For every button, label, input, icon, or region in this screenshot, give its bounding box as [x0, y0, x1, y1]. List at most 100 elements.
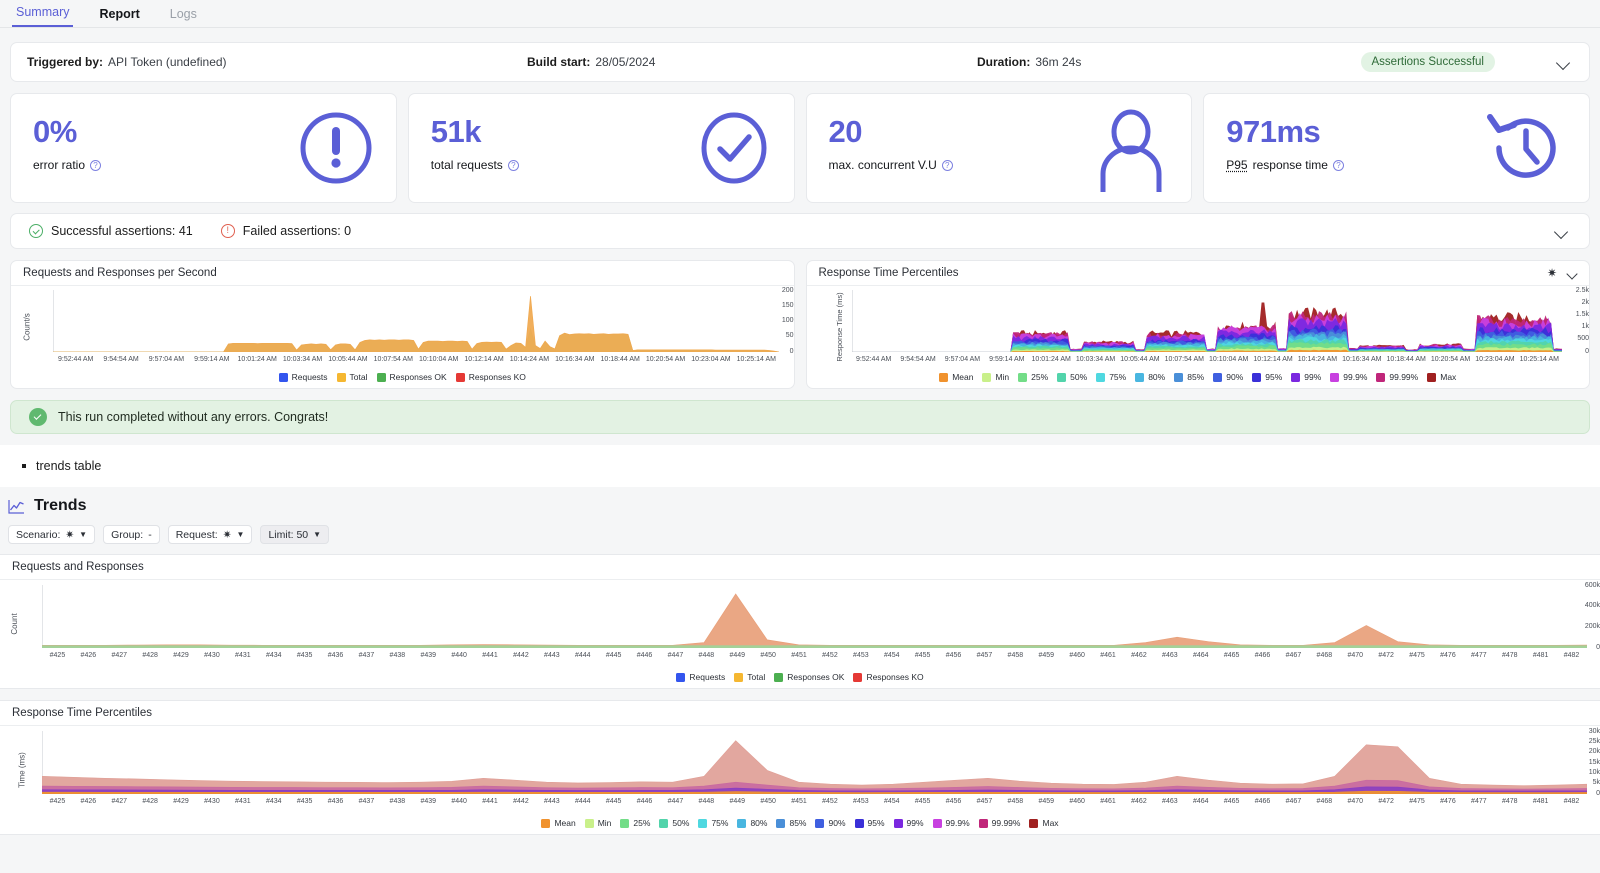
- legend-label: Responses OK: [389, 372, 447, 382]
- x-tick: 10:14:24 AM: [509, 356, 550, 363]
- kpi-p95-response-time: 971ms P95 response time ?: [1203, 93, 1590, 203]
- legend-item-99-9[interactable]: 99.9%: [1330, 372, 1367, 382]
- legend-item-99-9[interactable]: 99.9%: [932, 818, 970, 828]
- legend-item-80[interactable]: 80%: [1135, 372, 1165, 382]
- x-tick: #431: [235, 652, 251, 659]
- x-tick: #437: [358, 798, 375, 805]
- chevron-down-icon[interactable]: [1553, 222, 1571, 240]
- exclamation-circle-icon: [298, 110, 374, 189]
- x-tick: 10:03:34 AM: [282, 356, 323, 363]
- legend-item-max[interactable]: Max: [1427, 372, 1456, 382]
- legend-item-95[interactable]: 95%: [854, 818, 885, 828]
- x-tick: #454: [883, 652, 900, 659]
- legend-swatch: [1096, 372, 1106, 382]
- legend-item-responses-ko[interactable]: Responses KO: [853, 672, 924, 682]
- x-tick: 10:16:34 AM: [555, 356, 595, 363]
- tab-report[interactable]: Report: [95, 7, 143, 27]
- x-tick: #444: [574, 652, 591, 659]
- x-tick: 10:25:14 AM: [1519, 356, 1559, 363]
- x-tick: #429: [173, 652, 189, 659]
- legend-label: 99.99%: [1389, 372, 1419, 382]
- x-tick: #452: [822, 798, 838, 805]
- x-tick: #462: [1131, 798, 1147, 805]
- tab-logs[interactable]: Logs: [166, 7, 201, 27]
- legend-label: Responses KO: [866, 672, 924, 682]
- legend-item-99-99[interactable]: 99.99%: [978, 818, 1021, 828]
- x-tick: #440: [451, 652, 467, 659]
- successful-assertions: Successful assertions: 41: [29, 224, 193, 238]
- x-tick: #441: [482, 798, 498, 805]
- legend-item-mean[interactable]: Mean: [939, 372, 973, 382]
- x-tick: #472: [1378, 798, 1394, 805]
- legend-item-total[interactable]: Total: [734, 672, 765, 682]
- legend-item-50[interactable]: 50%: [1057, 372, 1087, 382]
- filter-label: Limit: 50: [268, 528, 309, 541]
- legend-item-75[interactable]: 75%: [1096, 372, 1126, 382]
- help-icon[interactable]: ?: [90, 159, 102, 171]
- legend-item-25[interactable]: 25%: [1018, 372, 1048, 382]
- x-tick: #437: [358, 652, 375, 659]
- x-tick: #464: [1192, 798, 1209, 805]
- legend-item-min[interactable]: Min: [584, 818, 611, 828]
- legend-swatch: [734, 672, 744, 682]
- success-banner-text: This run completed without any errors. C…: [58, 410, 329, 424]
- legend-item-mean[interactable]: Mean: [541, 818, 576, 828]
- legend-label: 25%: [1031, 372, 1049, 382]
- legend-label: 85%: [1187, 372, 1205, 382]
- panel-response-time-percentiles: Response Time Percentiles ✷ Response Tim…: [805, 260, 1590, 389]
- legend-item-99[interactable]: 99%: [1291, 372, 1321, 382]
- panel-trends-requests-responses: Requests and Responses Count 600k 400k 200…: [0, 554, 1600, 689]
- tab-bar: Summary Report Logs: [0, 0, 1600, 28]
- legend-label: 99%: [906, 818, 924, 828]
- legend-item-99-99[interactable]: 99.99%: [1376, 372, 1418, 382]
- trends-filter-1[interactable]: Group: -: [103, 525, 160, 544]
- summary-charts-row: Requests and Responses per Second Count/…: [10, 260, 1590, 389]
- legend-item-90[interactable]: 90%: [1213, 372, 1243, 382]
- legend-item-80[interactable]: 80%: [737, 818, 767, 828]
- duration-label: Duration:: [977, 55, 1031, 69]
- panel-title: Requests and Responses per Second: [11, 261, 794, 286]
- legend-item-85[interactable]: 85%: [1174, 372, 1204, 382]
- legend-item-max[interactable]: Max: [1029, 818, 1059, 828]
- legend-item-85[interactable]: 85%: [776, 818, 806, 828]
- chevron-down-icon[interactable]: [1566, 267, 1579, 280]
- legend-label: 80%: [750, 818, 768, 828]
- x-tick: #465: [1223, 652, 1240, 659]
- legend-item-requests[interactable]: Requests: [676, 672, 725, 682]
- legend-item-responses-ok[interactable]: Responses OK: [376, 372, 447, 382]
- trends-filter-3[interactable]: Limit: 50 ▼: [260, 525, 330, 544]
- legend-item-99[interactable]: 99%: [893, 818, 924, 828]
- help-icon[interactable]: ?: [507, 159, 519, 171]
- legend-swatch: [698, 818, 708, 828]
- x-tick: #444: [574, 798, 591, 805]
- chevron-down-icon[interactable]: [1555, 53, 1573, 71]
- legend-item-min[interactable]: Min: [982, 372, 1009, 382]
- trends-filter-0[interactable]: Scenario: ✷ ▼: [8, 525, 96, 544]
- x-tick: #434: [265, 798, 282, 805]
- help-icon[interactable]: ?: [941, 159, 953, 171]
- legend-label: 99.99%: [991, 818, 1021, 828]
- legend-item-total[interactable]: Total: [336, 372, 368, 382]
- tab-summary[interactable]: Summary: [12, 5, 74, 27]
- x-tick: #425: [49, 798, 66, 805]
- legend-item-90[interactable]: 90%: [815, 818, 846, 828]
- legend-swatch: [620, 818, 630, 828]
- legend-item-responses-ko[interactable]: Responses KO: [455, 372, 526, 382]
- legend-swatch: [774, 672, 784, 682]
- legend-item-95[interactable]: 95%: [1252, 372, 1282, 382]
- legend-item-requests[interactable]: Requests: [278, 372, 328, 382]
- legend-item-50[interactable]: 50%: [659, 818, 689, 828]
- asterisk-icon[interactable]: ✷: [1547, 266, 1557, 280]
- legend-swatch: [1029, 818, 1039, 828]
- chart-trends-requests-responses: Count 600k 400k 200k 0 #425 #426 #427 #428 #429…: [0, 580, 1600, 668]
- trends-filter-2[interactable]: Request: ✷ ▼: [167, 525, 253, 544]
- help-icon[interactable]: ?: [1332, 159, 1344, 171]
- legend-swatch: [1427, 372, 1437, 382]
- x-tick: #442: [513, 652, 529, 659]
- bullet-icon: [22, 464, 26, 468]
- legend-item-75[interactable]: 75%: [698, 818, 728, 828]
- legend-item-responses-ok[interactable]: Responses OK: [774, 672, 844, 682]
- x-tick: #448: [698, 652, 715, 659]
- x-tick: 9:52:44 AM: [855, 356, 892, 363]
- legend-item-25[interactable]: 25%: [620, 818, 650, 828]
